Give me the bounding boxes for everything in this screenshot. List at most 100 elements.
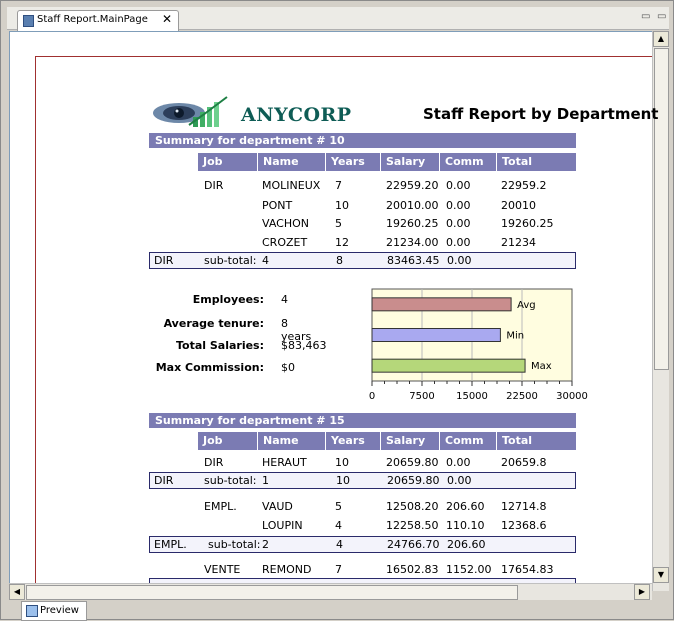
minimize-icon[interactable]: ▭ bbox=[641, 11, 650, 22]
subtotal-years: 8 bbox=[336, 254, 343, 267]
row-comm: 0.00 bbox=[446, 199, 471, 212]
row-comm: 0.00 bbox=[446, 456, 471, 469]
column-header-name: Name bbox=[258, 153, 326, 171]
row-comm: 0.00 bbox=[446, 217, 471, 230]
row-salary: 16502.83 bbox=[386, 563, 439, 576]
column-header-years: Years bbox=[326, 153, 381, 171]
maximize-icon[interactable]: ▭ bbox=[657, 11, 666, 22]
stat-label: Total Salaries: bbox=[175, 339, 264, 352]
row-total: 12714.8 bbox=[501, 500, 547, 513]
subtotal-salary: 20659.80 bbox=[387, 474, 440, 487]
row-job: EMPL. bbox=[204, 500, 237, 513]
column-header-total: Total bbox=[502, 434, 533, 447]
scroll-up-icon[interactable]: ▲ bbox=[653, 31, 669, 47]
anycorp-logo bbox=[153, 96, 228, 127]
dept15-column-headers: Job Name Years Salary Comm Total bbox=[198, 432, 576, 450]
row-total: 20659.8 bbox=[501, 456, 547, 469]
scroll-right-icon[interactable]: ▶ bbox=[634, 584, 650, 600]
scroll-left-icon[interactable]: ◀ bbox=[9, 584, 25, 600]
report-title: Staff Report by Department bbox=[423, 105, 659, 123]
vertical-scroll-thumb[interactable] bbox=[654, 48, 669, 370]
subtotal-job: DIR bbox=[154, 474, 174, 487]
column-header-salary: Salary bbox=[381, 432, 440, 450]
row-comm: 110.10 bbox=[446, 519, 485, 532]
subtotal-comm: 206.60 bbox=[447, 538, 486, 551]
horizontal-scrollbar[interactable]: ◀ ▶ bbox=[9, 583, 652, 600]
subtotal-label: sub-total: bbox=[204, 474, 257, 487]
chart-tick-label: 7500 bbox=[409, 391, 434, 402]
row-years: 7 bbox=[335, 563, 342, 576]
column-header-total: Total bbox=[502, 155, 533, 168]
chart-bar-avg bbox=[371, 297, 512, 312]
dept15-summary-header: Summary for department # 15 bbox=[149, 413, 576, 428]
row-salary: 20659.80 bbox=[386, 456, 439, 469]
row-comm: 1152.00 bbox=[446, 563, 492, 576]
row-total: 12368.6 bbox=[501, 519, 547, 532]
column-header-years: Years bbox=[326, 432, 381, 450]
row-salary: 21234.00 bbox=[386, 236, 439, 249]
row-total: 20010 bbox=[501, 199, 536, 212]
subtotal-row-partial bbox=[149, 578, 576, 583]
row-salary: 12258.50 bbox=[386, 519, 439, 532]
row-years: 10 bbox=[335, 199, 349, 212]
row-salary: 12508.20 bbox=[386, 500, 439, 513]
tab-preview[interactable]: Preview bbox=[21, 601, 87, 621]
row-name: VAUD bbox=[262, 500, 293, 513]
subtotal-comm: 0.00 bbox=[447, 254, 472, 267]
stat-label: Employees: bbox=[192, 293, 264, 306]
row-years: 12 bbox=[335, 236, 349, 249]
chart-tick-label: 22500 bbox=[506, 391, 538, 402]
column-header-comm: Comm bbox=[440, 153, 497, 171]
chart-tick-label: 30000 bbox=[556, 391, 588, 402]
row-years: 10 bbox=[335, 456, 349, 469]
row-name: PONT bbox=[262, 199, 293, 212]
subtotal-salary: 83463.45 bbox=[387, 254, 440, 267]
logo-text: ANYCORP bbox=[241, 104, 352, 126]
row-name: MOLINEUX bbox=[262, 179, 321, 192]
close-icon[interactable]: ✕ bbox=[162, 12, 172, 26]
subtotal-row: EMPL. sub-total: 2 4 24766.70 206.60 bbox=[149, 536, 576, 553]
stat-label: Max Commission: bbox=[155, 361, 264, 374]
subtotal-years: 4 bbox=[336, 538, 343, 551]
subtotal-count: 2 bbox=[262, 538, 269, 551]
dept10-column-headers: Job Name Years Salary Comm Total bbox=[198, 153, 576, 171]
row-name: CROZET bbox=[262, 236, 308, 249]
column-header-name: Name bbox=[258, 432, 326, 450]
row-years: 7 bbox=[335, 179, 342, 192]
stat-value: 4 bbox=[281, 293, 288, 306]
dept10-summary-header: Summary for department # 10 bbox=[149, 133, 576, 148]
tab-label: Staff Report.MainPage bbox=[37, 14, 148, 25]
preview-icon bbox=[26, 605, 38, 617]
row-total: 21234 bbox=[501, 236, 536, 249]
row-salary: 19260.25 bbox=[386, 217, 439, 230]
tab-bar: Staff Report.MainPage ✕ ▭ ▭ bbox=[7, 7, 669, 31]
chart-bar-min bbox=[371, 328, 501, 342]
stat-label: Average tenure: bbox=[163, 317, 264, 330]
chart-bar-max bbox=[371, 358, 526, 373]
row-salary: 20010.00 bbox=[386, 199, 439, 212]
row-comm: 0.00 bbox=[446, 179, 471, 192]
subtotal-row: DIR sub-total: 1 10 20659.80 0.00 bbox=[149, 472, 576, 489]
tab-staff-report[interactable]: Staff Report.MainPage ✕ bbox=[17, 10, 179, 31]
row-name: HERAUT bbox=[262, 456, 307, 469]
horizontal-scroll-thumb[interactable] bbox=[26, 585, 518, 600]
subtotal-job: EMPL. bbox=[154, 538, 187, 551]
row-job: DIR bbox=[204, 456, 224, 469]
row-total: 19260.25 bbox=[501, 217, 554, 230]
subtotal-count: 1 bbox=[262, 474, 269, 487]
chart-tick-label: 0 bbox=[369, 391, 375, 402]
chart-bar-label: Max bbox=[531, 361, 552, 372]
subtotal-label: sub-total: bbox=[204, 254, 257, 267]
column-header-job: Job bbox=[198, 432, 258, 450]
row-years: 4 bbox=[335, 519, 342, 532]
stat-value: $0 bbox=[281, 361, 295, 374]
scroll-down-icon[interactable]: ▼ bbox=[653, 567, 669, 583]
row-years: 5 bbox=[335, 217, 342, 230]
subtotal-label: sub-total: bbox=[208, 538, 261, 551]
row-job: VENTE bbox=[204, 563, 241, 576]
report-file-icon bbox=[23, 15, 34, 27]
subtotal-salary: 24766.70 bbox=[387, 538, 440, 551]
subtotal-years: 10 bbox=[336, 474, 350, 487]
subtotal-count: 4 bbox=[262, 254, 269, 267]
column-header-salary: Salary bbox=[381, 153, 440, 171]
